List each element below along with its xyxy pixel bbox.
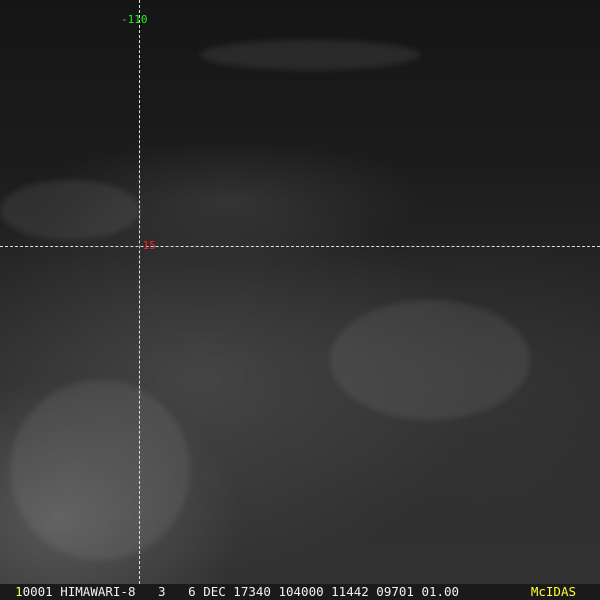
image-info: 0001 HIMAWARI-8 3 6 DEC 17340 104000 114…	[22, 584, 460, 599]
frame-number: 1	[15, 584, 23, 599]
cloud-streak	[200, 40, 420, 70]
satellite-image: -110 -15 10001 HIMAWARI-8 3 6 DEC 17340 …	[0, 0, 600, 600]
cloud-mass	[330, 300, 530, 420]
latitude-gridline	[0, 246, 600, 247]
cloud-mass	[10, 380, 190, 560]
longitude-gridline	[139, 0, 140, 584]
longitude-label: -110	[121, 13, 148, 26]
latitude-label: -15	[136, 239, 156, 252]
mcidas-logo: McIDAS	[530, 584, 576, 599]
cloud-band	[0, 180, 140, 240]
status-bar: 10001 HIMAWARI-8 3 6 DEC 17340 104000 11…	[0, 584, 600, 600]
